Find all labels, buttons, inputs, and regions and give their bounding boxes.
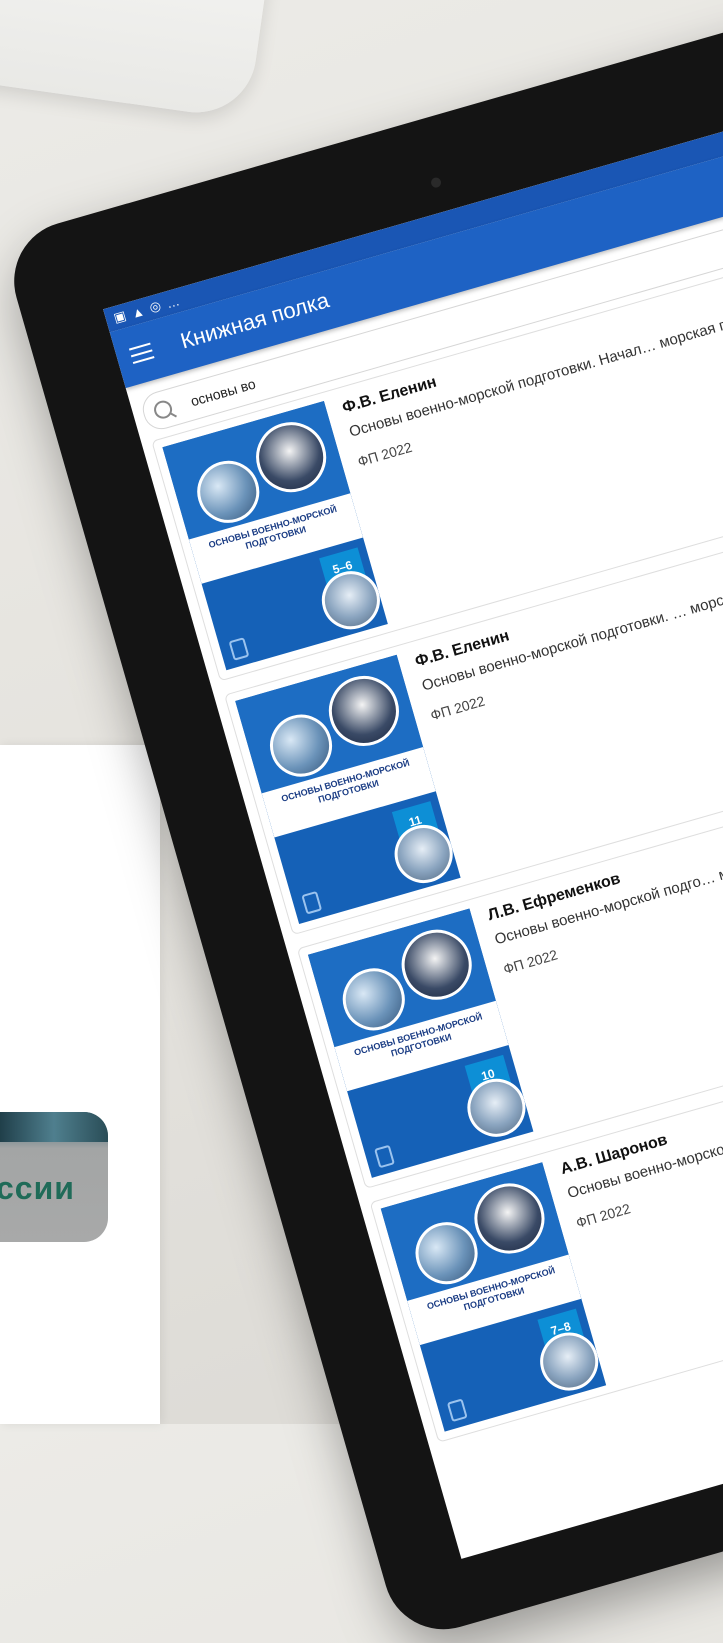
publisher-logo-icon: [374, 1144, 395, 1169]
publisher-logo-icon: [301, 890, 323, 915]
more-dots-icon: …: [164, 292, 182, 311]
warning-icon: ▲: [129, 302, 147, 321]
banner-strip: [0, 1112, 108, 1142]
laptop-corner: [0, 0, 270, 121]
camera: [429, 176, 443, 189]
app-screen: ▣ ▲ ◎ … Книжная полка ОСНОВЫ ВОЕННО-МОРС…: [103, 99, 723, 1559]
background-banner: ссии: [0, 1112, 108, 1242]
background-card: [0, 745, 160, 1424]
at-icon: ◎: [147, 297, 163, 316]
image-icon: ▣: [111, 307, 128, 326]
banner-text: ссии: [0, 1170, 75, 1206]
hamburger-menu-icon[interactable]: [128, 342, 155, 365]
publisher-logo-icon: [446, 1398, 468, 1423]
search-icon: [151, 398, 175, 421]
publisher-logo-icon: [228, 637, 250, 661]
